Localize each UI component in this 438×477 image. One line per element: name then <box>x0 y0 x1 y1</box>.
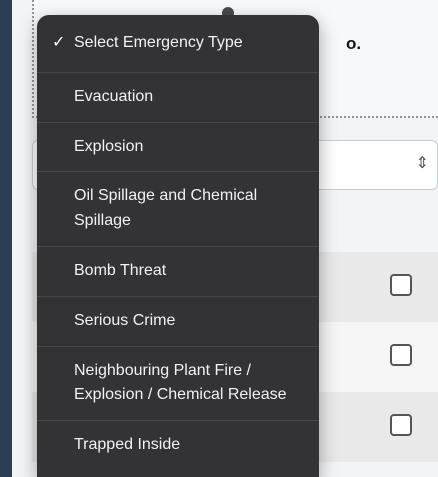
up-down-caret-icon: ⇕ <box>415 155 429 172</box>
dropdown-option-label: Evacuation <box>74 87 154 105</box>
dropdown-option-label: Trapped Inside <box>74 436 181 454</box>
dropdown-option-trapped-inside[interactable]: Trapped Inside <box>37 421 319 470</box>
dropdown-option-neighbouring-plant-fire[interactable]: Neighbouring Plant Fire / Explosion / Ch… <box>37 347 319 422</box>
dropdown-option-bomb-threat[interactable]: Bomb Threat <box>37 247 319 297</box>
dropdown-option-label: Serious Crime <box>74 311 176 329</box>
dropdown-option-label: Bomb Threat <box>74 261 167 279</box>
row-3-checkbox[interactable] <box>390 414 412 436</box>
top-fragment-text: o. <box>346 34 362 53</box>
row-2-checkbox[interactable] <box>390 344 412 366</box>
dropdown-option-label: Select Emergency Type <box>74 34 243 51</box>
emergency-type-dropdown[interactable]: ✓ Select Emergency Type Evacuation Explo… <box>37 15 319 477</box>
dropdown-option-evacuation[interactable]: Evacuation <box>37 73 319 123</box>
checkmark-icon: ✓ <box>52 34 66 51</box>
dropdown-option-label: Oil Spillage and Chemical Spillage <box>74 187 258 230</box>
dropdown-option-explosion[interactable]: Explosion <box>37 123 319 173</box>
dropdown-option-serious-crime[interactable]: Serious Crime <box>37 297 319 347</box>
dropdown-option-label: Explosion <box>74 137 144 155</box>
dropdown-option-selected[interactable]: ✓ Select Emergency Type <box>37 15 319 73</box>
row-1-checkbox[interactable] <box>390 274 412 296</box>
dropdown-option-label: Neighbouring Plant Fire / Explosion / Ch… <box>74 361 287 404</box>
dropdown-option-oil-chemical-spillage[interactable]: Oil Spillage and Chemical Spillage <box>37 172 319 247</box>
